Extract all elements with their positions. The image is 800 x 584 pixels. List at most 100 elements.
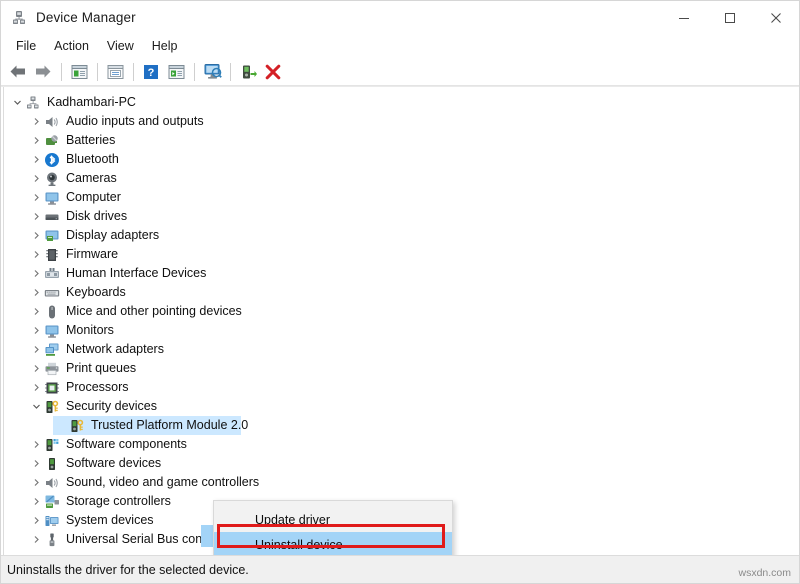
chevron-right-icon[interactable]	[28, 454, 44, 473]
tree-row-trusted-platform-module[interactable]: Trusted Platform Module 2.0	[1, 416, 799, 435]
chevron-right-icon[interactable]	[28, 378, 44, 397]
bluetooth-icon	[44, 152, 60, 168]
chevron-right-icon[interactable]	[28, 359, 44, 378]
device-manager-window: Device Manager File Action View Help ? K…	[0, 0, 800, 584]
software-component-icon	[44, 437, 60, 453]
tree-row-display-adapters[interactable]: Display adapters	[1, 226, 799, 245]
tree-row-root[interactable]: Kadhambari-PC	[1, 93, 799, 112]
menu-file[interactable]: File	[7, 37, 45, 56]
chevron-right-icon[interactable]	[28, 511, 44, 530]
security-device-icon	[44, 399, 60, 415]
chevron-down-icon[interactable]	[9, 93, 25, 112]
forward-arrow-icon[interactable]	[31, 61, 55, 83]
status-text: Uninstalls the driver for the selected d…	[7, 562, 249, 577]
tree-item-label: Security devices	[66, 399, 158, 414]
tree-row-print-queues[interactable]: Print queues	[1, 359, 799, 378]
minimize-button[interactable]	[661, 1, 707, 34]
tree-item-label: Trusted Platform Module 2.0	[91, 418, 249, 433]
tree-row-computer[interactable]: Computer	[1, 188, 799, 207]
svg-text:?: ?	[148, 67, 155, 79]
chevron-right-icon[interactable]	[28, 435, 44, 454]
uninstall-device-icon[interactable]	[261, 61, 285, 83]
tree-item-label: Audio inputs and outputs	[66, 114, 204, 129]
show-hide-console-tree-icon[interactable]	[67, 61, 91, 83]
toolbar-separator	[97, 62, 98, 81]
tree-row-hid[interactable]: Human Interface Devices	[1, 264, 799, 283]
tree-row-processors[interactable]: Processors	[1, 378, 799, 397]
chevron-right-icon[interactable]	[28, 283, 44, 302]
chevron-right-icon[interactable]	[28, 340, 44, 359]
chevron-right-icon[interactable]	[28, 169, 44, 188]
chevron-right-icon[interactable]	[28, 150, 44, 169]
security-device-icon	[69, 418, 85, 434]
status-bar: Uninstalls the driver for the selected d…	[1, 555, 799, 583]
tree-row-software-components[interactable]: Software components	[1, 435, 799, 454]
tree-item-label: Monitors	[66, 323, 114, 338]
storage-controller-icon	[44, 494, 60, 510]
action-pane-icon[interactable]	[164, 61, 188, 83]
window-controls	[661, 1, 799, 34]
chevron-right-icon[interactable]	[28, 264, 44, 283]
processor-icon	[44, 380, 60, 396]
tree-item-label: Computer	[66, 190, 121, 205]
tree-row-disk-drives[interactable]: Disk drives	[1, 207, 799, 226]
help-icon[interactable]: ?	[139, 61, 163, 83]
tree-row-cameras[interactable]: Cameras	[1, 169, 799, 188]
tree-item-label: Mice and other pointing devices	[66, 304, 242, 319]
tree-item-label: Human Interface Devices	[66, 266, 207, 281]
tree-row-software-devices[interactable]: Software devices	[1, 454, 799, 473]
chevron-right-icon[interactable]	[28, 207, 44, 226]
menu-bar: File Action View Help	[1, 34, 799, 58]
tree-row-audio[interactable]: Audio inputs and outputs	[1, 112, 799, 131]
close-button[interactable]	[753, 1, 799, 34]
tree-row-security-devices[interactable]: Security devices	[1, 397, 799, 416]
display-adapter-icon	[44, 228, 60, 244]
chevron-right-icon[interactable]	[28, 245, 44, 264]
tree-row-network-adapters[interactable]: Network adapters	[1, 340, 799, 359]
menu-action[interactable]: Action	[45, 37, 98, 56]
hid-icon	[44, 266, 60, 282]
menu-help[interactable]: Help	[143, 37, 187, 56]
tree-row-batteries[interactable]: Batteries	[1, 131, 799, 150]
tree-row-firmware[interactable]: Firmware	[1, 245, 799, 264]
tree-item-label: Batteries	[66, 133, 116, 148]
update-driver-icon[interactable]	[236, 61, 260, 83]
properties-icon[interactable]	[103, 61, 127, 83]
menu-view[interactable]: View	[98, 37, 143, 56]
tree-row-mice[interactable]: Mice and other pointing devices	[1, 302, 799, 321]
system-device-icon	[44, 513, 60, 529]
battery-icon	[44, 133, 60, 149]
tree-item-label: Keyboards	[66, 285, 126, 300]
toolbar: ?	[1, 58, 799, 86]
device-tree-panel[interactable]: Kadhambari-PC Audio inputs and outputs B…	[1, 86, 799, 555]
printer-icon	[44, 361, 60, 377]
chevron-right-icon[interactable]	[28, 302, 44, 321]
computer-root-icon	[25, 95, 41, 111]
tree-row-keyboards[interactable]: Keyboards	[1, 283, 799, 302]
tree-row-bluetooth[interactable]: Bluetooth	[1, 150, 799, 169]
chevron-right-icon[interactable]	[28, 473, 44, 492]
tree-row-sound-video-game[interactable]: Sound, video and game controllers	[1, 473, 799, 492]
software-device-icon	[44, 456, 60, 472]
chevron-right-icon[interactable]	[28, 226, 44, 245]
chevron-right-icon[interactable]	[28, 530, 44, 549]
chevron-right-icon[interactable]	[28, 131, 44, 150]
chevron-right-icon[interactable]	[28, 112, 44, 131]
chevron-down-icon[interactable]	[28, 397, 44, 416]
tree-row-monitors[interactable]: Monitors	[1, 321, 799, 340]
chevron-right-icon[interactable]	[28, 188, 44, 207]
network-adapter-icon	[44, 342, 60, 358]
chevron-right-icon[interactable]	[28, 492, 44, 511]
back-arrow-icon[interactable]	[6, 61, 30, 83]
usb-icon	[44, 532, 60, 548]
speaker-icon	[44, 475, 60, 491]
scan-hardware-changes-icon[interactable]	[200, 61, 224, 83]
speaker-icon	[44, 114, 60, 130]
toolbar-separator	[194, 62, 195, 81]
watermark: wsxdn.com	[738, 567, 791, 579]
chevron-right-icon[interactable]	[28, 321, 44, 340]
tree-root-label: Kadhambari-PC	[47, 95, 136, 110]
maximize-button[interactable]	[707, 1, 753, 34]
disk-drive-icon	[44, 209, 60, 225]
tree-item-label: Processors	[66, 380, 129, 395]
